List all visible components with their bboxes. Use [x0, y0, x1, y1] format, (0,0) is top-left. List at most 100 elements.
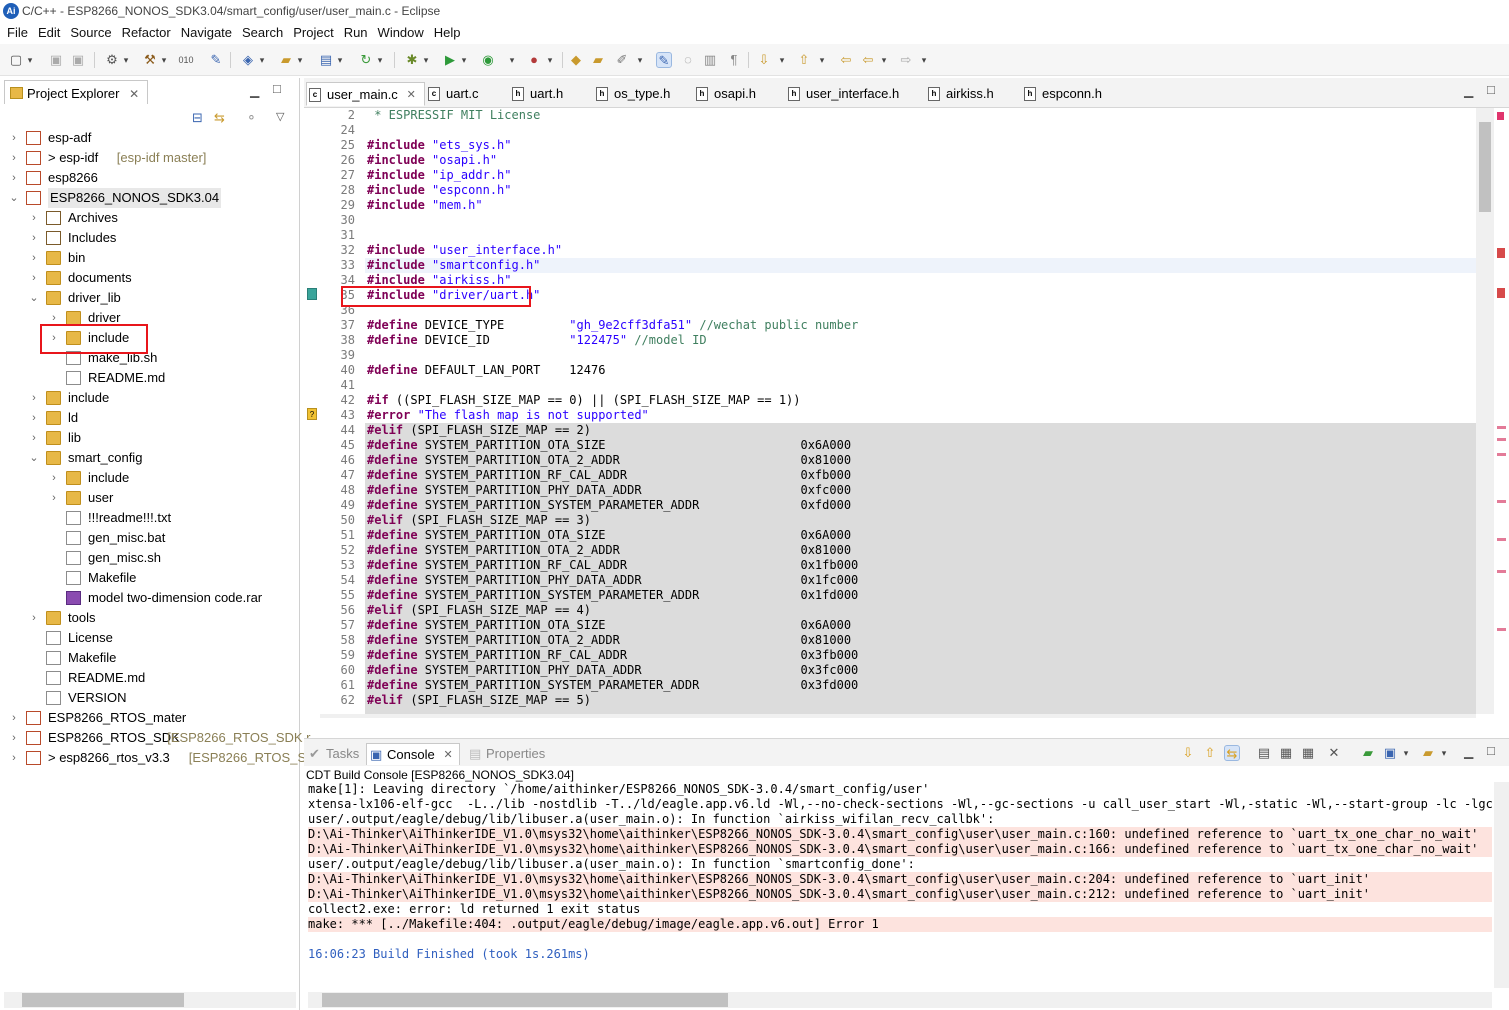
menu-run[interactable]: Run: [339, 22, 373, 44]
new-icon[interactable]: ▢: [8, 52, 24, 68]
tree-item[interactable]: › esp8266: [0, 168, 299, 188]
tab-console[interactable]: ▣ Console ✕: [366, 743, 460, 765]
filter-icon[interactable]: ⚬: [246, 110, 257, 126]
tree-item[interactable]: Makefile: [0, 648, 299, 668]
close-icon[interactable]: ✕: [407, 83, 416, 107]
console-horizontal-scrollbar[interactable]: [308, 992, 1492, 1008]
stop-icon[interactable]: ●: [526, 52, 542, 68]
tree-horizontal-scrollbar[interactable]: [4, 992, 296, 1008]
tree-item[interactable]: README.md: [0, 668, 299, 688]
settings-dropdown-icon[interactable]: ▾: [122, 52, 130, 68]
bug-dropdown-icon[interactable]: ▾: [422, 52, 430, 68]
view-menu-icon[interactable]: ▽: [276, 110, 284, 123]
next-annotation-dropdown-icon[interactable]: ▾: [778, 52, 786, 68]
tab-os-type-h[interactable]: h os_type.h: [594, 82, 670, 106]
new-folder-dropdown-icon[interactable]: ▾: [296, 52, 304, 68]
tab-user-interface-h[interactable]: h user_interface.h: [786, 82, 899, 106]
tree-item[interactable]: › lib: [0, 428, 299, 448]
close-icon[interactable]: ✕: [443, 744, 452, 766]
tree-item[interactable]: gen_misc.sh: [0, 548, 299, 568]
pin-console-icon[interactable]: ▰: [1360, 745, 1376, 761]
chevron-down-icon[interactable]: ⌄: [28, 448, 40, 468]
tree-item[interactable]: License: [0, 628, 299, 648]
menu-search[interactable]: Search: [237, 22, 288, 44]
stop-dropdown-icon[interactable]: ▾: [546, 52, 554, 68]
scroll-up-icon[interactable]: ⇧: [1202, 745, 1218, 761]
external-tools-dropdown-icon[interactable]: ▾: [508, 52, 516, 68]
clear-console-icon[interactable]: ✕: [1326, 745, 1342, 761]
settings-icon[interactable]: ⚙: [104, 52, 120, 68]
tab-project-explorer[interactable]: Project Explorer ✕: [4, 80, 149, 104]
tree-item[interactable]: gen_misc.bat: [0, 528, 299, 548]
highlight-icon[interactable]: ✎: [656, 52, 672, 68]
tab-user-main-c[interactable]: c user_main.c ✕: [306, 82, 425, 106]
tree-item[interactable]: › tools: [0, 608, 299, 628]
open-console-dropdown-icon[interactable]: ▾: [1440, 745, 1448, 761]
chevron-right-icon[interactable]: ›: [48, 488, 60, 508]
tree-item[interactable]: › ESP8266_RTOS_SDK [ESP8266_RTOS_SDK r: [0, 728, 311, 748]
new-source-dropdown-icon[interactable]: ▾: [336, 52, 344, 68]
tree-item[interactable]: !!!readme!!!.txt: [0, 508, 299, 528]
scroll-down-icon[interactable]: ⇩: [1180, 745, 1196, 761]
tree-item[interactable]: VERSION: [0, 688, 299, 708]
chevron-right-icon[interactable]: ›: [8, 728, 20, 748]
tree-item[interactable]: › > esp8266_rtos_v3.3 [ESP8266_RTOS_SDK:: [0, 748, 328, 768]
minimize-icon[interactable]: ▁: [250, 84, 259, 98]
tree-item[interactable]: README.md: [0, 368, 299, 388]
pen-icon[interactable]: ✐: [614, 52, 630, 68]
prev-annotation-icon[interactable]: ⇧: [796, 52, 812, 68]
prev-annotation-dropdown-icon[interactable]: ▾: [818, 52, 826, 68]
last-edit-icon[interactable]: ⇦: [838, 52, 854, 68]
minimize-icon[interactable]: ▁: [1464, 745, 1473, 759]
bug-icon[interactable]: ✱: [404, 52, 420, 68]
menu-navigate[interactable]: Navigate: [176, 22, 237, 44]
chevron-right-icon[interactable]: ›: [28, 208, 40, 228]
menu-edit[interactable]: Edit: [33, 22, 65, 44]
chevron-right-icon[interactable]: ›: [28, 228, 40, 248]
chevron-right-icon[interactable]: ›: [28, 388, 40, 408]
new-dropdown-icon[interactable]: ▾: [26, 52, 34, 68]
tree-item[interactable]: ⌄ smart_config: [0, 448, 299, 468]
refresh-icon[interactable]: ↻: [358, 52, 374, 68]
next-error-icon[interactable]: ▦: [1278, 745, 1294, 761]
console-vertical-scrollbar[interactable]: [1494, 782, 1509, 988]
new-class-icon[interactable]: ◈: [240, 52, 256, 68]
save-all-icon[interactable]: ▣: [70, 52, 86, 68]
back-dropdown-icon[interactable]: ▾: [880, 52, 888, 68]
tab-uart-h[interactable]: h uart.h: [510, 82, 563, 106]
tree-item[interactable]: › user: [0, 488, 299, 508]
chevron-right-icon[interactable]: ›: [28, 248, 40, 268]
binary-icon[interactable]: 010: [178, 52, 194, 68]
new-class-dropdown-icon[interactable]: ▾: [258, 52, 266, 68]
new-source-icon[interactable]: ▤: [318, 52, 334, 68]
tree-item[interactable]: ⌄ ESP8266_NONOS_SDK3.04: [0, 188, 299, 208]
menu-help[interactable]: Help: [429, 22, 466, 44]
collapse-all-icon[interactable]: ⊟: [192, 110, 203, 126]
tab-airkiss-h[interactable]: h airkiss.h: [926, 82, 994, 106]
chevron-right-icon[interactable]: ›: [28, 428, 40, 448]
link-editor-icon[interactable]: ⇆: [214, 110, 225, 126]
open-folder-icon[interactable]: ▰: [590, 52, 606, 68]
tree-item[interactable]: › documents: [0, 268, 299, 288]
pen-dropdown-icon[interactable]: ▾: [636, 52, 644, 68]
refresh-dropdown-icon[interactable]: ▾: [376, 52, 384, 68]
tab-osapi-h[interactable]: h osapi.h: [694, 82, 756, 106]
chevron-right-icon[interactable]: ›: [8, 168, 20, 188]
menu-window[interactable]: Window: [373, 22, 429, 44]
save-icon[interactable]: ▣: [48, 52, 64, 68]
forward-icon[interactable]: ⇨: [898, 52, 914, 68]
tree-item[interactable]: › esp-adf: [0, 128, 299, 148]
maximize-icon[interactable]: □: [1487, 743, 1495, 758]
editor-vertical-scrollbar[interactable]: [1476, 108, 1494, 714]
tab-properties[interactable]: ▤ Properties: [466, 743, 545, 765]
block-select-icon[interactable]: ▥: [702, 52, 718, 68]
chevron-right-icon[interactable]: ›: [28, 608, 40, 628]
build-dropdown-icon[interactable]: ▾: [160, 52, 168, 68]
tree-item[interactable]: › > esp-idf [esp-idf master]: [0, 148, 299, 168]
chevron-right-icon[interactable]: ›: [8, 128, 20, 148]
chevron-right-icon[interactable]: ›: [8, 748, 20, 768]
chevron-right-icon[interactable]: ›: [8, 708, 20, 728]
tree-item[interactable]: › bin: [0, 248, 299, 268]
minimize-icon[interactable]: ▁: [1464, 84, 1473, 98]
tree-item[interactable]: Makefile: [0, 568, 299, 588]
